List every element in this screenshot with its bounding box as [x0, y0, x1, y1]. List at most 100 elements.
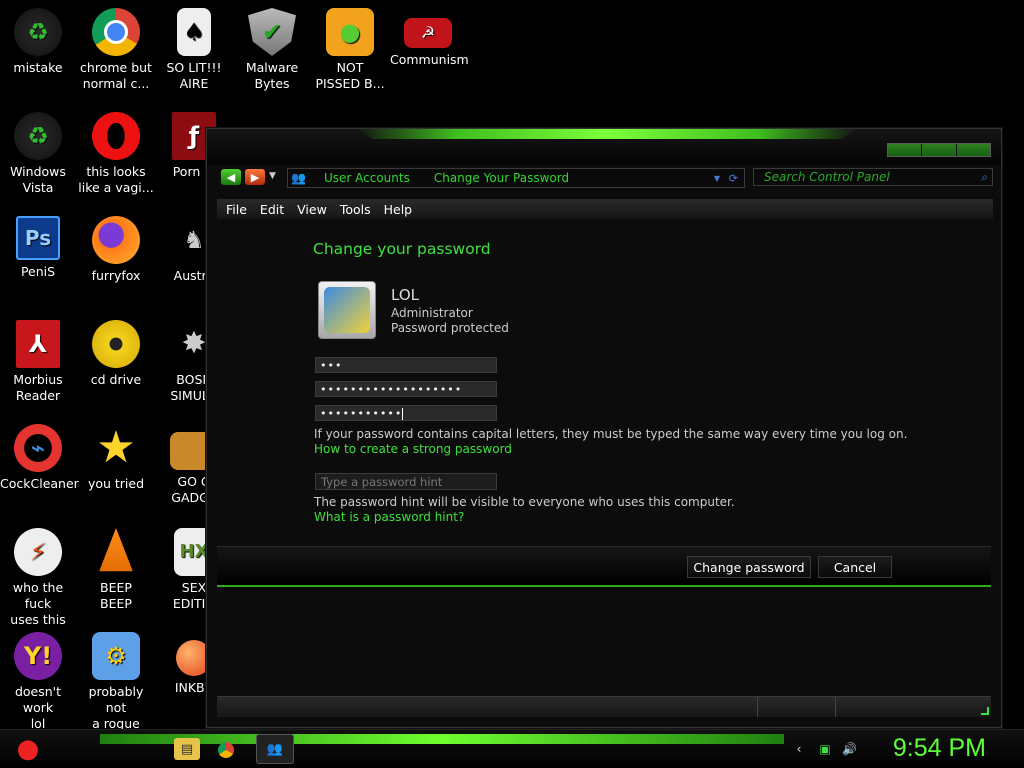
desktop-icon-label: furryfox	[91, 268, 141, 283]
refresh-icon[interactable]: ⟳	[729, 172, 738, 185]
desktop-icon-ccleaner[interactable]: ⌁ CockCleaner	[0, 424, 79, 492]
disc-icon	[92, 320, 140, 368]
status-separator	[835, 697, 836, 717]
menu-bar: File Edit View Tools Help	[217, 199, 993, 219]
taskbar-clock[interactable]: 9:54 PM	[893, 734, 986, 763]
address-dropdown-icon[interactable]: ▼	[714, 174, 720, 183]
menu-help[interactable]: Help	[384, 202, 413, 217]
desktop-icon-chrome[interactable]: chrome but normal c...	[78, 8, 154, 92]
desktop-icon-label: doesn't work lol	[14, 684, 62, 731]
current-password-value: •••	[320, 359, 343, 372]
settings-monitor-icon: ⚙	[92, 632, 140, 680]
page-title: Change your password	[313, 240, 491, 258]
vlc-cone-icon	[99, 528, 133, 572]
maximize-button[interactable]	[922, 144, 957, 156]
desktop-icon-vlc[interactable]: BEEP BEEP	[78, 528, 154, 612]
desktop-icon-firefox[interactable]: furryfox	[78, 216, 154, 284]
breadcrumb-change-password[interactable]: Change Your Password	[434, 171, 569, 185]
taskbar-control-panel-icon[interactable]: 👥	[256, 734, 294, 764]
user-avatar	[318, 281, 376, 339]
text-caret	[402, 408, 404, 420]
desktop-icon-malwarebytes[interactable]: ✔ Malware Bytes	[234, 8, 310, 92]
photoshop-icon: Ps	[16, 216, 60, 260]
firefox-icon	[92, 216, 140, 264]
desktop-icon-label: Communism	[390, 52, 469, 67]
cancel-button[interactable]: Cancel	[818, 556, 892, 578]
password-hint-field[interactable]: Type a password hint	[315, 473, 497, 490]
desktop-icon-cd-drive[interactable]: cd drive	[78, 320, 154, 388]
menu-file[interactable]: File	[226, 202, 247, 217]
current-password-field[interactable]: •••	[315, 357, 497, 373]
password-hint-link[interactable]: What is a password hint?	[314, 510, 464, 524]
acrobat-icon: ⅄	[16, 320, 60, 368]
change-password-button[interactable]: Change password	[687, 556, 811, 578]
user-password-status: Password protected	[391, 321, 509, 335]
main-content: Change your password LOL Administrator P…	[207, 221, 1001, 541]
taskbar-explorer-icon[interactable]: ▤	[174, 738, 200, 760]
desktop-icon-label: PeniS	[20, 264, 56, 279]
menu-edit[interactable]: Edit	[260, 202, 284, 217]
address-bar[interactable]: 👥 User Accounts Change Your Password ▼ ⟳	[287, 168, 745, 188]
minimize-button[interactable]	[888, 144, 923, 156]
desktop-icon-yahoo[interactable]: Y! doesn't work lol	[0, 632, 76, 732]
breadcrumb-user-accounts[interactable]: User Accounts	[324, 171, 410, 185]
tray-show-hidden-icon[interactable]: ‹	[792, 742, 806, 756]
title-bar[interactable]	[207, 129, 1001, 165]
desktop-icon-windows-vista[interactable]: ♻ Windows Vista	[0, 112, 76, 196]
desktop-icon-label: Morbius Reader	[13, 372, 63, 403]
emblem-icon: ☭	[404, 18, 452, 48]
hint-visibility-note: The password hint will be visible to eve…	[314, 495, 735, 509]
search-placeholder: Search Control Panel	[764, 170, 890, 184]
desktop-icon-label: chrome but normal c...	[80, 60, 152, 91]
desktop-icon-label: probably not a rogue	[88, 684, 144, 731]
opera-icon	[92, 112, 140, 160]
control-panel-icon: 👥	[291, 171, 306, 185]
close-button[interactable]	[956, 144, 990, 156]
pig-icon: ●	[326, 8, 374, 56]
desktop-icon-label: CockCleaner	[0, 476, 79, 491]
ccleaner-icon: ⌁	[14, 424, 62, 472]
desktop-icon-label: mistake	[13, 60, 63, 75]
desktop-icon-you-tried[interactable]: ★ you tried	[78, 424, 154, 492]
menu-view[interactable]: View	[297, 202, 327, 217]
desktop-icon-rogue[interactable]: ⚙ probably not a rogue	[78, 632, 154, 732]
user-role: Administrator	[391, 306, 473, 320]
recent-pages-dropdown[interactable]: ▼	[269, 171, 276, 181]
desktop-icon-photoshop[interactable]: Ps PeniS	[0, 216, 76, 280]
new-password-value: •••••••••••••••••••	[320, 383, 463, 396]
capital-letters-note: If your password contains capital letter…	[314, 427, 908, 441]
chrome-icon	[92, 8, 140, 56]
desktop-icon-label: BEEP BEEP	[100, 580, 132, 611]
taskbar-glow	[100, 734, 784, 744]
avatar-picture	[324, 287, 370, 333]
taskbar-chrome-icon[interactable]	[218, 742, 234, 758]
resize-grip-icon[interactable]	[981, 707, 989, 715]
search-input[interactable]: Search Control Panel ⌕	[753, 168, 993, 186]
status-separator	[757, 697, 758, 717]
button-bar: Change password Cancel	[217, 546, 991, 587]
tray-network-icon[interactable]: ▣	[818, 742, 832, 756]
back-button[interactable]: ◀	[221, 169, 241, 185]
desktop-icon-label: you tried	[87, 476, 145, 491]
cards-icon: ♠	[177, 8, 211, 56]
title-glow	[357, 129, 857, 139]
new-password-field[interactable]: •••••••••••••••••••	[315, 381, 497, 397]
start-button-angry-bird-icon[interactable]: ●	[8, 730, 48, 768]
desktop-icon-bad-piggies[interactable]: ● NOT PISSED B...	[312, 8, 388, 92]
confirm-password-field[interactable]: •••••••••••	[315, 405, 497, 421]
menu-tools[interactable]: Tools	[340, 202, 371, 217]
desktop-icon-who-uses-this[interactable]: ⚡ who the fuck uses this	[0, 528, 76, 628]
desktop-icon-solitaire[interactable]: ♠ SO LIT!!! AIRE	[156, 8, 232, 92]
desktop-icon-opera[interactable]: this looks like a vagi...	[78, 112, 154, 196]
window-controls	[887, 143, 991, 157]
desktop-icon-communism[interactable]: ☭ Communism	[390, 8, 469, 68]
forward-button[interactable]: ▶	[245, 169, 265, 185]
recycle-icon: ♻	[14, 8, 62, 56]
star-icon: ★	[96, 422, 136, 473]
tray-volume-icon[interactable]: 🔊	[842, 742, 857, 756]
desktop-icon-label: who the fuck uses this	[10, 580, 66, 627]
desktop-icon-acrobat[interactable]: ⅄ Morbius Reader	[0, 320, 76, 404]
strong-password-link[interactable]: How to create a strong password	[314, 442, 512, 456]
search-icon[interactable]: ⌕	[981, 170, 988, 185]
desktop-icon-mistake[interactable]: ♻ mistake	[0, 8, 76, 76]
